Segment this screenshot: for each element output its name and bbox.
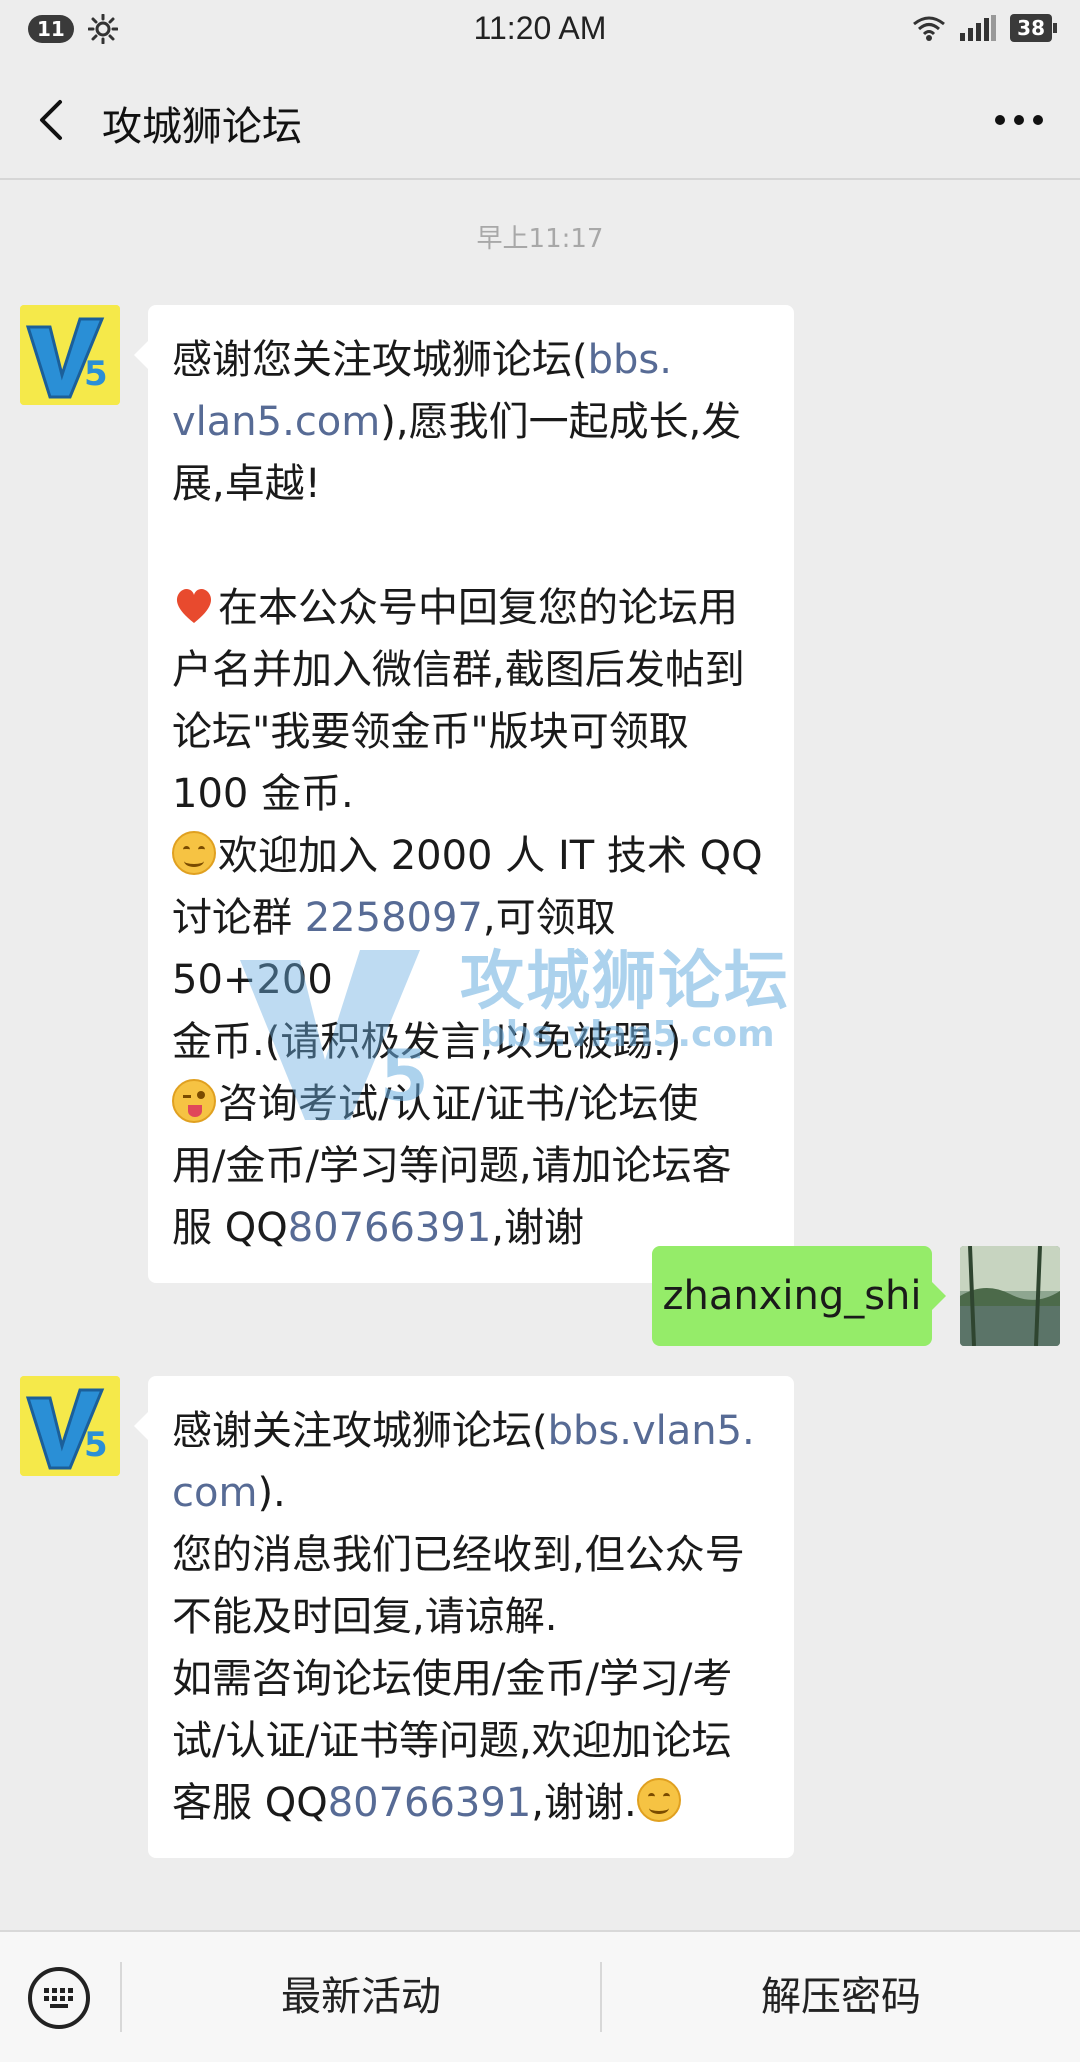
smile-emoji-icon bbox=[172, 831, 216, 875]
text-segment: ,谢谢. bbox=[531, 1780, 637, 1826]
keyboard-toggle-button[interactable] bbox=[28, 1967, 90, 2029]
status-bar: 11 11:20 AM 38 bbox=[0, 0, 1080, 60]
status-right: 38 bbox=[912, 14, 1057, 42]
v5-logo-icon: 5 bbox=[20, 1376, 120, 1476]
battery-indicator: 38 bbox=[1010, 14, 1057, 42]
message-bubble-user[interactable]: zhanxing_shi bbox=[652, 1246, 946, 1346]
avatar[interactable]: 5 bbox=[20, 1376, 120, 1476]
message-timestamp: 早上11:17 bbox=[476, 224, 604, 254]
qq-support-link[interactable]: 80766391 bbox=[288, 1205, 492, 1251]
qq-support-link[interactable]: 80766391 bbox=[328, 1780, 532, 1826]
message-text: zhanxing_shi bbox=[662, 1273, 922, 1319]
svg-text:5: 5 bbox=[84, 354, 108, 394]
wifi-icon bbox=[913, 16, 946, 41]
landscape-photo-icon bbox=[960, 1246, 1060, 1346]
avatar[interactable]: 5 bbox=[20, 305, 120, 405]
keyboard-icon bbox=[44, 1988, 73, 2008]
user-avatar[interactable] bbox=[960, 1246, 1060, 1346]
more-dots-icon bbox=[995, 115, 1043, 125]
wink-tongue-emoji-icon bbox=[172, 1079, 216, 1123]
text-segment: 在本公众号中回复您的论坛用 户名并加入微信群,截图后发帖到 论坛"我要领金币"版… bbox=[172, 585, 745, 817]
more-options-button[interactable] bbox=[984, 90, 1054, 150]
bottom-menu-bar: 最新活动 解压密码 bbox=[0, 1930, 1080, 2062]
menu-item-unzip-password[interactable]: 解压密码 bbox=[602, 1932, 1080, 2062]
v5-logo-icon: 5 bbox=[20, 305, 120, 405]
message-bubble-bot-2[interactable]: 感谢关注攻城狮论坛(bbs.vlan5. com). 您的消息我们已经收到,但公… bbox=[134, 1376, 794, 1858]
chevron-left-icon bbox=[40, 100, 62, 140]
menu-item-latest-activities[interactable]: 最新活动 bbox=[122, 1932, 600, 2062]
signal-icon bbox=[960, 15, 997, 41]
message-bubble-bot-1[interactable]: 感谢您关注攻城狮论坛(bbs. vlan5.com),愿我们一起成长,发 展,卓… bbox=[134, 305, 794, 1283]
svg-text:5: 5 bbox=[84, 1425, 108, 1465]
message-text: 感谢您关注攻城狮论坛(bbs. vlan5.com),愿我们一起成长,发 展,卓… bbox=[148, 305, 794, 1283]
text-segment: ). 您的消息我们已经收到,但公众号 不能及时回复,请谅解. 如需咨询论坛使用/… bbox=[172, 1470, 745, 1826]
chat-title: 攻城狮论坛 bbox=[102, 104, 302, 150]
text-segment: ,谢谢 bbox=[491, 1205, 584, 1251]
navigation-bar: 攻城狮论坛 bbox=[0, 60, 1080, 180]
smile-emoji-icon bbox=[636, 1778, 681, 1822]
text-segment: 感谢关注攻城狮论坛( bbox=[172, 1408, 548, 1454]
heart-emoji-icon bbox=[176, 588, 212, 623]
qq-group-link[interactable]: 2258097 bbox=[305, 895, 483, 941]
back-button[interactable] bbox=[26, 90, 86, 150]
message-text: 感谢关注攻城狮论坛(bbs.vlan5. com). 您的消息我们已经收到,但公… bbox=[148, 1376, 794, 1858]
text-segment: 感谢您关注攻城狮论坛( bbox=[172, 337, 588, 383]
